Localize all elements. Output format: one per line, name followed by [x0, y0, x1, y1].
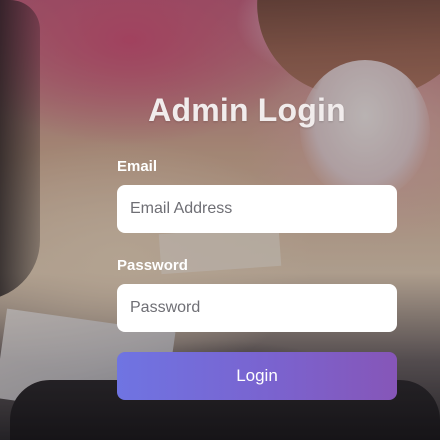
login-form: Admin Login Email Password Login: [117, 0, 397, 440]
page-title: Admin Login: [148, 92, 346, 128]
login-button[interactable]: Login: [117, 352, 397, 400]
password-label: Password: [117, 257, 188, 274]
password-field[interactable]: [117, 284, 397, 332]
email-label: Email: [117, 158, 158, 175]
email-field[interactable]: [117, 185, 397, 233]
